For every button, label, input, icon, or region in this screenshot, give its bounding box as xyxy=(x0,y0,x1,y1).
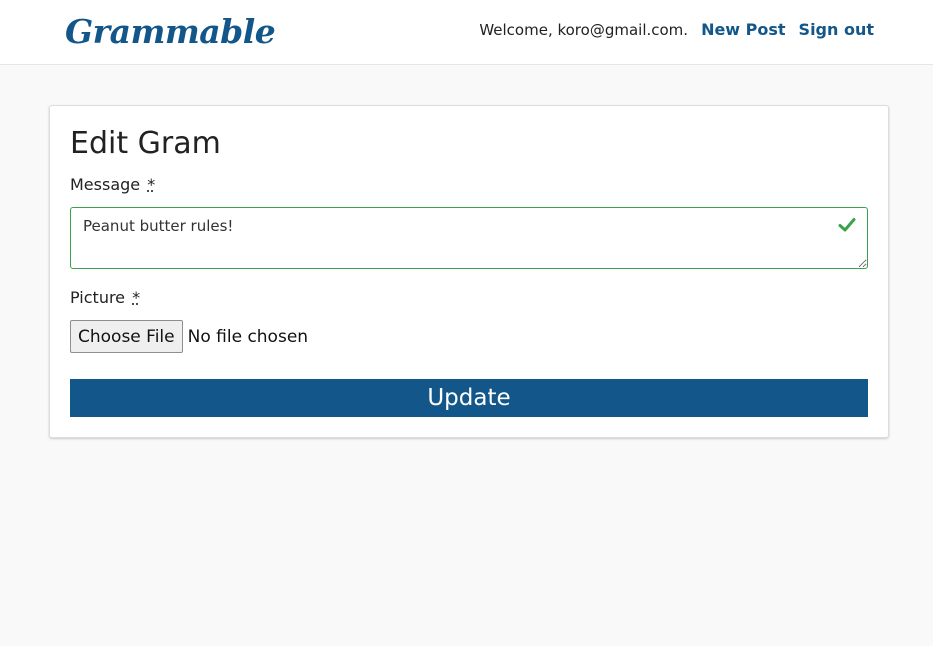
welcome-text: Welcome, koro@gmail.com. xyxy=(479,20,689,39)
file-status: No file chosen xyxy=(187,326,309,347)
picture-label-text: Picture xyxy=(70,288,126,307)
required-marker: * xyxy=(132,288,141,307)
new-post-link[interactable]: New Post xyxy=(701,20,785,39)
check-icon xyxy=(838,218,856,232)
picture-label: Picture * xyxy=(70,288,140,307)
sign-out-link[interactable]: Sign out xyxy=(799,20,874,39)
file-input: Choose File No file chosen xyxy=(70,320,308,353)
message-label: Message * xyxy=(70,175,155,194)
page-title: Edit Gram xyxy=(70,126,221,161)
edit-gram-card: Edit Gram Message * Peanut butter rules!… xyxy=(49,105,889,438)
brand-logo[interactable]: Grammable xyxy=(65,12,276,51)
update-button[interactable]: Update xyxy=(70,379,868,417)
nav-right: Welcome, koro@gmail.com. New Post Sign o… xyxy=(479,20,874,39)
message-field[interactable]: Peanut butter rules! xyxy=(70,207,868,269)
message-label-text: Message xyxy=(70,175,141,194)
required-marker: * xyxy=(147,175,156,194)
navbar: Grammable Welcome, koro@gmail.com. New P… xyxy=(0,0,933,65)
choose-file-button[interactable]: Choose File xyxy=(70,320,183,353)
